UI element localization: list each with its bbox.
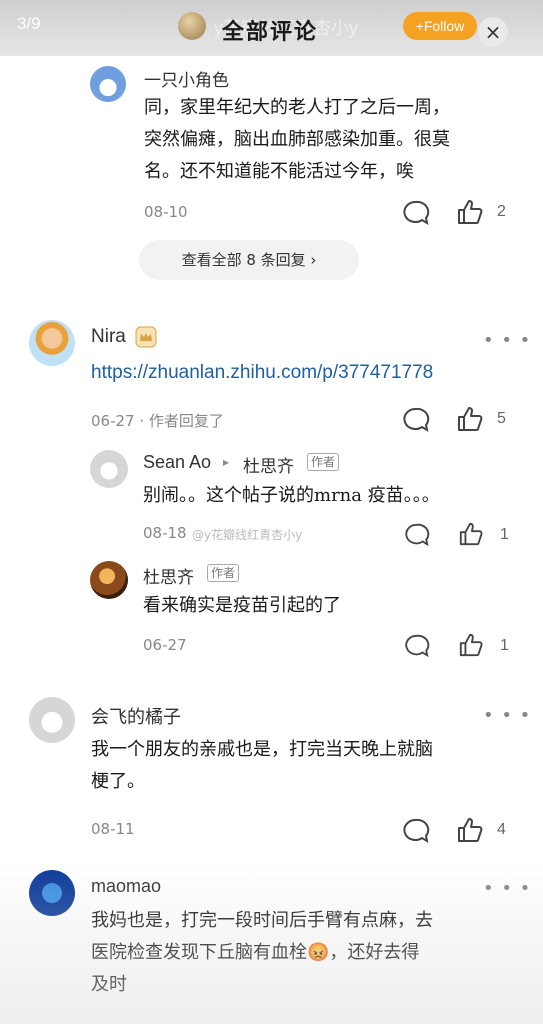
avatar[interactable] [29, 697, 75, 743]
commenter-name[interactable]: 会飞的橘子 [91, 703, 181, 729]
reply-date: 08-18 [143, 524, 187, 542]
comment-line: 我一个朋友的亲戚也是，打完当天晚上就脑 [91, 739, 433, 760]
comment-date: 08-11 [91, 820, 135, 838]
like-icon[interactable] [456, 405, 484, 433]
follow-button[interactable]: +Follow [403, 12, 477, 40]
comment-line: 名。还不知道能不能活过今年，唉 [144, 161, 414, 182]
like-count: 1 [500, 637, 509, 654]
comment-line: 医院检查发现下丘脑有血栓😡，还好去得 [91, 942, 420, 963]
more-options-icon[interactable]: • • • [483, 705, 531, 726]
author-badge: 作者 [207, 564, 240, 582]
comment-date: 06-27 · 作者回复了 [91, 412, 224, 430]
reply-author-name[interactable]: Sean Ao [143, 452, 211, 473]
comment-icon[interactable] [402, 406, 430, 434]
like-count: 5 [497, 410, 506, 427]
more-options-icon[interactable]: • • • [483, 330, 531, 351]
commenter-name[interactable]: 一只小角色 [144, 66, 229, 91]
reply-to-name[interactable]: 杜思齐 [243, 452, 294, 477]
reply-text: 看来确实是疫苗引起的了 [143, 595, 341, 616]
close-button[interactable]: × [478, 17, 508, 47]
like-icon[interactable] [456, 198, 484, 226]
author-badge: 作者 [307, 453, 340, 471]
reply-arrow-icon: ▸ [223, 455, 230, 469]
commenter-name[interactable]: Nira [91, 326, 126, 348]
avatar[interactable] [29, 320, 75, 366]
comment-icon[interactable] [404, 522, 430, 548]
commenter-name[interactable]: maomao [91, 876, 161, 897]
avatar[interactable] [90, 450, 128, 488]
avatar[interactable] [29, 870, 75, 916]
crown-badge-icon [135, 326, 157, 348]
like-count: 4 [497, 821, 506, 838]
article-link[interactable]: https://zhuanlan.zhihu.com/p/377471778 [91, 362, 433, 384]
view-all-replies-button[interactable]: 查看全部 8 条回复 › [139, 240, 359, 280]
like-count: 2 [497, 203, 506, 220]
comment-icon[interactable] [402, 817, 430, 845]
comment-date: 08-10 [144, 203, 188, 221]
comment-line: 突然偏瘫，脑出血肺部感染加重。很莫 [144, 129, 450, 150]
page-title: 全部评论 [222, 19, 319, 45]
comment-line: 我妈也是，打完一段时间后手臂有点麻，去 [91, 910, 433, 931]
author-avatar[interactable] [178, 12, 206, 40]
like-icon[interactable] [458, 521, 484, 547]
reply-author-name[interactable]: 杜思齐 [143, 563, 194, 588]
like-count: 1 [500, 526, 509, 543]
watermark: @y花瓣线红青杏小y [192, 528, 303, 542]
comment-line: 同，家里年纪大的老人打了之后一周， [144, 97, 450, 118]
image-counter: 3/9 [17, 14, 41, 33]
comment-text: 同，家里年纪大的老人打了之后一周， 突然偏瘫，脑出血肺部感染加重。很莫 名。还不… [144, 92, 450, 188]
like-icon[interactable] [456, 816, 484, 844]
reply-date: 06-27 [143, 636, 187, 654]
more-options-icon[interactable]: • • • [483, 878, 531, 899]
comment-icon[interactable] [402, 199, 430, 227]
avatar[interactable] [90, 561, 128, 599]
like-icon[interactable] [458, 632, 484, 658]
comment-text: 我一个朋友的亲戚也是，打完当天晚上就脑 梗了。 [91, 734, 433, 798]
avatar[interactable] [90, 66, 126, 102]
comment-line: 梗了。 [91, 771, 145, 792]
comment-text: 我妈也是，打完一段时间后手臂有点麻，去 医院检查发现下丘脑有血栓😡，还好去得 及… [91, 905, 433, 1001]
comment-icon[interactable] [404, 633, 430, 659]
comment-line: 及时 [91, 974, 127, 995]
reply-text: 别闹。。这个帖子说的mrna 疫苗。。。 [143, 485, 440, 506]
